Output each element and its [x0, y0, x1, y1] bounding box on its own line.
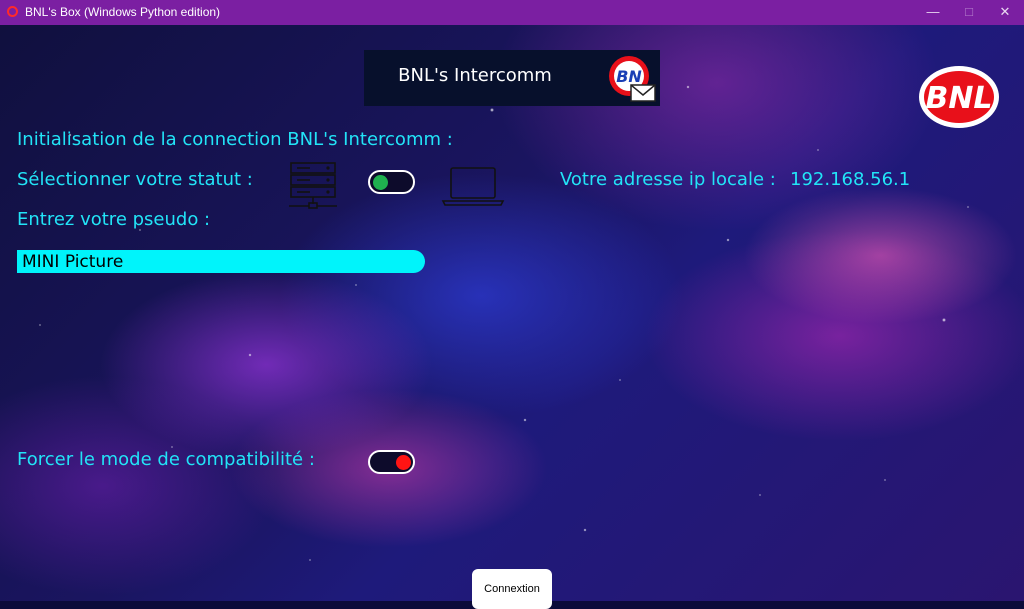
- init-label: Initialisation de la connection BNL's In…: [17, 129, 453, 150]
- compat-toggle-knob: [396, 455, 411, 470]
- bnl-logo-icon: BNL: [919, 66, 999, 128]
- brand-logo-text: BNL: [925, 81, 992, 116]
- app-icon: [7, 6, 18, 17]
- ip-value: 192.168.56.1: [790, 169, 911, 190]
- bnl-mail-logo-icon: BN: [609, 56, 656, 102]
- main-canvas: BNL's Intercomm BN BNL Initialisation de…: [0, 25, 1024, 609]
- ip-label: Votre adresse ip locale :: [560, 169, 776, 190]
- banner-title: BNL's Intercomm: [398, 65, 552, 86]
- server-icon: [289, 162, 337, 209]
- intercomm-banner: BNL's Intercomm BN: [364, 50, 660, 106]
- status-toggle[interactable]: [368, 170, 415, 194]
- status-toggle-knob: [373, 175, 388, 190]
- connect-button[interactable]: Connextion: [472, 569, 552, 609]
- laptop-icon: [441, 167, 505, 206]
- compat-label: Forcer le mode de compatibilité :: [17, 449, 315, 470]
- compat-toggle[interactable]: [368, 450, 415, 474]
- title-bar: BNL's Box (Windows Python edition) — □ ✕: [0, 0, 1024, 25]
- svg-text:BN: BN: [616, 67, 642, 86]
- space-background: [0, 25, 1024, 601]
- status-label: Sélectionner votre statut :: [17, 169, 253, 190]
- pseudo-label: Entrez votre pseudo :: [17, 209, 211, 230]
- pseudo-input[interactable]: [17, 250, 425, 273]
- close-button[interactable]: ✕: [982, 0, 1024, 25]
- window-title: BNL's Box (Windows Python edition): [25, 5, 221, 19]
